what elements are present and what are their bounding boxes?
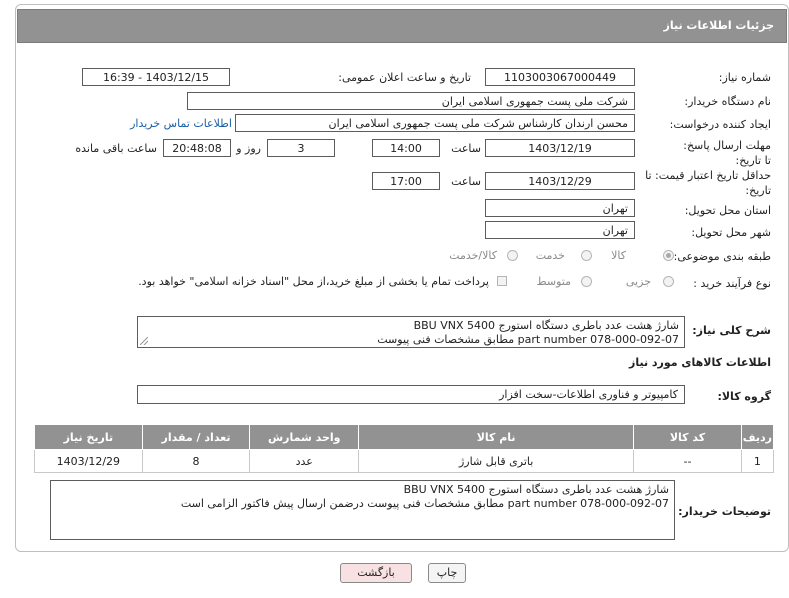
description-line-2: part number 078-000-092-07 مطابق مشخصات … (377, 333, 679, 346)
col-code: کد کالا (633, 424, 742, 450)
deadline-date-field[interactable]: 1403/12/19 (485, 139, 635, 157)
validity-date-field[interactable]: 1403/12/29 (485, 172, 635, 190)
panel-header: جزئیات اطلاعات نیاز (17, 9, 787, 43)
category-radio-both[interactable] (507, 250, 518, 261)
goods-group-label: گروه کالا: (717, 390, 771, 403)
buyer-field[interactable]: شرکت ملی پست جمهوری اسلامی ایران (187, 92, 635, 110)
description-label: شرح کلی نیاز: (692, 324, 771, 337)
remaining-time-field[interactable]: 20:48:08 (163, 139, 231, 157)
cell-code: -- (633, 449, 742, 473)
cell-unit: عدد (249, 449, 360, 473)
announce-date-label: تاریخ و ساعت اعلان عمومی: (338, 71, 471, 84)
payment-note: پرداخت تمام یا بخشی از مبلغ خرید،از محل … (138, 275, 489, 288)
validity-time-label: ساعت (451, 175, 481, 188)
process-option-minor: جزیی (625, 275, 651, 288)
page-title: جزئیات اطلاعات نیاز (663, 19, 775, 32)
deadline-label: مهلت ارسال پاسخ: تا تاریخ: (683, 139, 771, 167)
deadline-time-field[interactable]: 14:00 (372, 139, 440, 157)
process-label: نوع فرآیند خرید : (693, 277, 771, 290)
print-button[interactable]: چاپ (428, 563, 466, 583)
process-option-medium: متوسط (536, 275, 571, 288)
need-number-field[interactable]: 1103003067000449 (485, 68, 635, 86)
requester-label: ایجاد کننده درخواست: (669, 118, 771, 131)
process-radio-medium[interactable] (581, 276, 592, 287)
remaining-days-field[interactable]: 3 (267, 139, 335, 157)
back-button[interactable]: بازگشت (340, 563, 412, 583)
col-date: تاریخ نیاز (34, 424, 143, 450)
description-textarea[interactable]: شارژ هشت عدد باطری دستگاه استورج BBU VNX… (137, 316, 685, 348)
cell-name: باتری قابل شارژ (358, 449, 635, 473)
deadline-time-label: ساعت (451, 142, 481, 155)
category-option-goods: کالا (611, 249, 626, 262)
city-label: شهر محل تحویل: (691, 226, 771, 239)
buyer-notes-textarea[interactable]: شارژ هشت عدد باطری دستگاه استورج BBU VNX… (50, 480, 675, 540)
cell-qty: 8 (141, 449, 251, 473)
category-label: طبقه بندی موضوعی: (673, 250, 771, 263)
province-field[interactable]: تهران (485, 199, 635, 217)
goods-group-field[interactable]: کامپیوتر و فناوری اطلاعات-سخت افزار (137, 385, 685, 404)
goods-table: ردیف کد کالا نام کالا واحد شمارش تعداد /… (34, 424, 775, 473)
buyer-contact-link[interactable]: اطلاعات تماس خریدار (130, 117, 232, 130)
validity-label: حداقل تاریخ اعتبار قیمت: تا تاریخ: (645, 169, 771, 197)
cell-row: 1 (740, 449, 775, 473)
buyer-label: نام دستگاه خریدار: (684, 95, 771, 108)
city-field[interactable]: تهران (485, 221, 635, 239)
buyer-notes-label: توضیحات خریدار: (678, 505, 771, 518)
category-radio-service[interactable] (581, 250, 592, 261)
category-option-both: کالا/خدمت (449, 249, 497, 262)
col-qty: تعداد / مقدار (141, 424, 251, 450)
remaining-label: ساعت باقی مانده (75, 142, 157, 155)
validity-time-field[interactable]: 17:00 (372, 172, 440, 190)
resize-grip-icon[interactable] (140, 337, 148, 345)
col-row: ردیف (740, 424, 775, 450)
col-unit: واحد شمارش (249, 424, 360, 450)
province-label: استان محل تحویل: (684, 204, 771, 217)
requester-field[interactable]: محسن ارندان کارشناس شرکت ملی پست جمهوری … (235, 114, 635, 132)
category-radio-goods[interactable] (663, 250, 674, 261)
need-number-label: شماره نیاز: (718, 71, 771, 84)
buyer-notes-line-1: شارژ هشت عدد باطری دستگاه استورج BBU VNX… (403, 483, 669, 496)
table-row[interactable]: 1 -- باتری قابل شارژ عدد 8 1403/12/29 (34, 449, 775, 473)
col-name: نام کالا (358, 424, 635, 450)
cell-date: 1403/12/29 (34, 449, 143, 473)
description-line-1: شارژ هشت عدد باطری دستگاه استورج BBU VNX… (413, 319, 679, 332)
process-radio-minor[interactable] (663, 276, 674, 287)
buyer-notes-line-2: part number 078-000-092-07 مطابق مشخصات … (180, 497, 669, 510)
days-label: روز و (236, 142, 261, 155)
category-option-service: خدمت (535, 249, 565, 262)
announce-date-field[interactable]: 1403/12/15 - 16:39 (82, 68, 230, 86)
treasury-checkbox[interactable] (497, 276, 507, 286)
goods-section-title: اطلاعات کالاهای مورد نیاز (629, 356, 771, 369)
